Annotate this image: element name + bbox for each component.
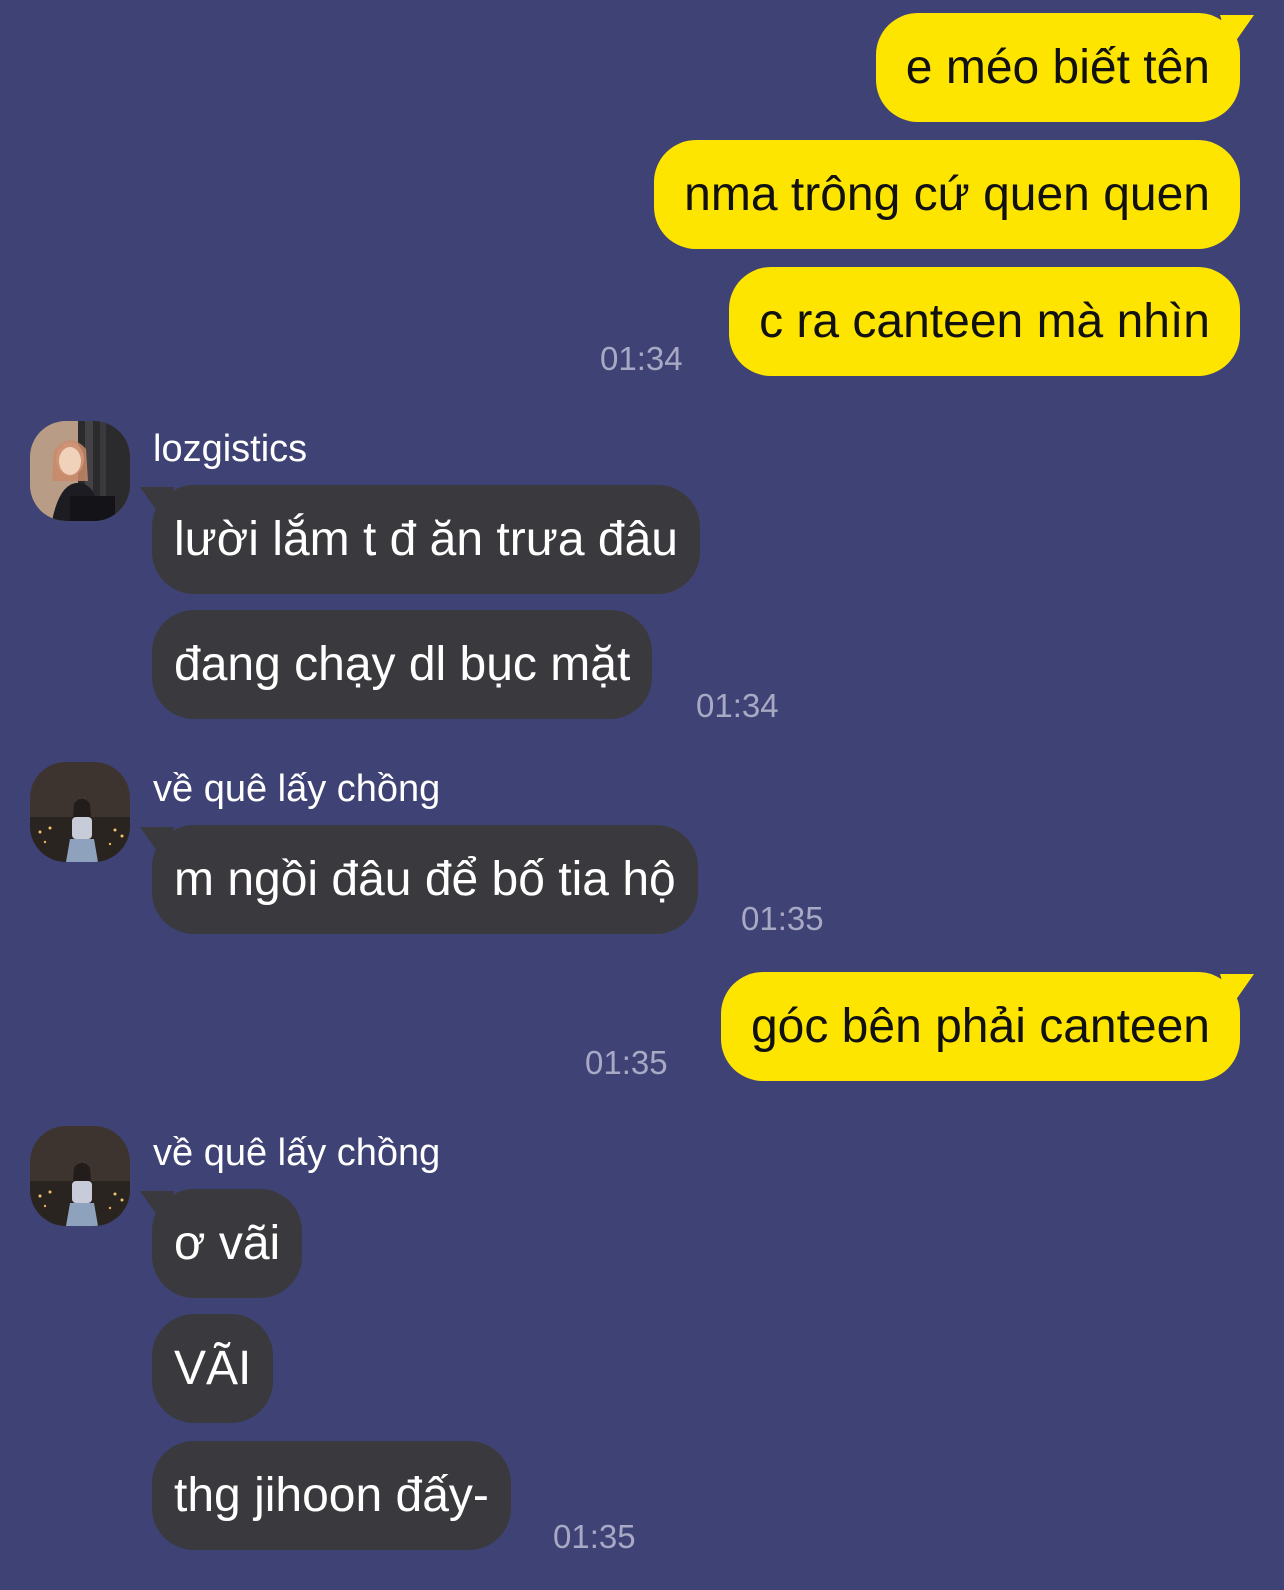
message-text: đang chạy dl bục mặt xyxy=(174,638,631,691)
message-text: c ra canteen mà nhìn xyxy=(759,295,1210,348)
sender-name: về quê lấy chồng xyxy=(153,1132,441,1174)
message-text: m ngồi đâu để bố tia hộ xyxy=(174,853,676,906)
message-bubble-incoming[interactable]: VÃI xyxy=(152,1314,274,1423)
avatar[interactable] xyxy=(30,421,130,521)
avatar-photo-icon xyxy=(30,762,130,862)
message-timestamp: 01:35 xyxy=(585,1044,668,1081)
message-bubble-incoming[interactable]: lười lắm t đ ăn trưa đâu xyxy=(152,485,700,594)
message-text: góc bên phải canteen xyxy=(750,1000,1210,1053)
message-bubble-incoming[interactable]: đang chạy dl bục mặt xyxy=(152,610,653,719)
message-text: lười lắm t đ ăn trưa đâu xyxy=(174,513,678,566)
message-bubble-outgoing[interactable]: nma trông cứ quen quen xyxy=(654,140,1240,249)
message-text: nma trông cứ quen quen xyxy=(684,168,1210,221)
sender-name: về quê lấy chồng xyxy=(153,768,441,810)
message-text: e méo biết tên xyxy=(905,41,1210,94)
avatar[interactable] xyxy=(30,762,130,862)
message-text: ơ vãi xyxy=(174,1217,281,1270)
avatar-photo-icon xyxy=(30,421,130,521)
message-bubble-outgoing[interactable]: e méo biết tên xyxy=(875,13,1240,122)
message-text: VÃI xyxy=(174,1342,252,1395)
chat-message-list[interactable]: e méo biết tên nma trông cứ quen quen c … xyxy=(0,0,1284,1590)
message-bubble-outgoing[interactable]: góc bên phải canteen xyxy=(720,972,1240,1081)
message-bubble-incoming[interactable]: m ngồi đâu để bố tia hộ xyxy=(152,825,698,934)
message-bubble-outgoing[interactable]: c ra canteen mà nhìn xyxy=(729,267,1240,376)
message-timestamp: 01:35 xyxy=(553,1518,636,1555)
message-bubble-incoming[interactable]: ơ vãi xyxy=(152,1189,303,1298)
message-timestamp: 01:35 xyxy=(741,900,824,937)
sender-name: lozgistics xyxy=(153,428,308,470)
avatar[interactable] xyxy=(30,1126,130,1226)
avatar-photo-icon xyxy=(30,1126,130,1226)
message-timestamp: 01:34 xyxy=(696,687,779,724)
message-text: thg jihoon đấy- xyxy=(174,1469,489,1522)
message-bubble-incoming[interactable]: thg jihoon đấy- xyxy=(152,1441,511,1550)
message-timestamp: 01:34 xyxy=(600,340,683,377)
